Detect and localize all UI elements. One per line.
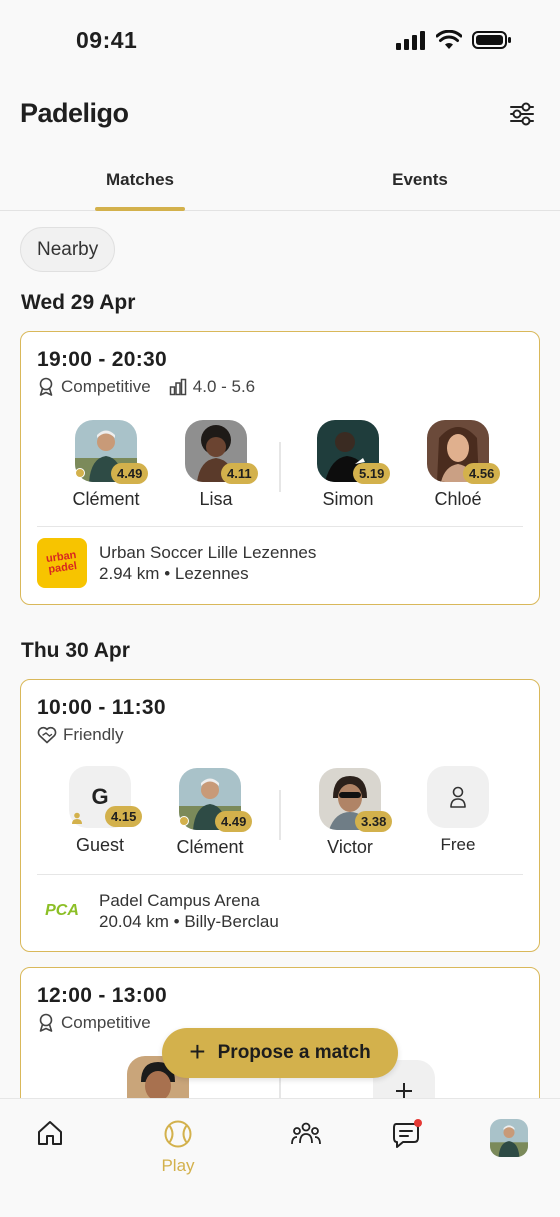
battery-icon — [472, 31, 511, 49]
player-rating: 4.15 — [105, 806, 143, 827]
player-slot[interactable]: 4.11 Lisa — [161, 420, 271, 510]
match-meta: Competitive — [37, 1013, 151, 1033]
profile-avatar — [490, 1119, 528, 1157]
team-divider — [279, 442, 281, 492]
guest-initial: G — [91, 784, 109, 809]
player-name: Chloé — [434, 489, 482, 509]
heart-handshake-icon — [37, 726, 57, 744]
avatar: 4.56 — [427, 420, 501, 484]
player-slot[interactable]: 4.56 Chloé — [403, 420, 513, 510]
player-slot[interactable]: G 4.15 Guest — [45, 766, 155, 856]
player-name: Lisa — [199, 489, 233, 509]
player-name: Free — [440, 835, 476, 854]
chat-icon — [393, 1119, 422, 1148]
match-type: Competitive — [61, 1013, 151, 1032]
nav-play[interactable]: Play — [148, 1119, 208, 1176]
player-slot[interactable]: 4.49 Clément — [155, 768, 265, 858]
propose-match-button[interactable]: + Propose a match — [162, 1028, 398, 1078]
status-time: 09:41 — [76, 27, 138, 53]
nav-messages[interactable] — [377, 1119, 437, 1154]
app-bar: Padeligo — [0, 90, 560, 140]
empty-avatar — [427, 766, 489, 828]
player-name: Clément — [72, 489, 140, 509]
venue-logo: urban padel — [37, 538, 87, 588]
player-name: Victor — [327, 837, 373, 857]
match-time: 12:00 - 13:00 — [37, 984, 167, 1007]
nav-community[interactable] — [276, 1119, 336, 1152]
venue-info[interactable]: PCA Padel Campus Arena 20.04 km • Billy-… — [37, 886, 279, 936]
player-slot[interactable]: 5.19 Simon — [293, 420, 403, 510]
active-tab-indicator — [95, 207, 185, 211]
status-dot — [179, 816, 189, 826]
avatar: 5.19 — [317, 420, 391, 484]
avatar: 4.11 — [185, 420, 258, 484]
player-rating: 4.11 — [221, 463, 258, 484]
player-name: Guest — [75, 835, 125, 855]
avatar: 4.49 — [179, 768, 253, 832]
nearby-filter-chip[interactable]: Nearby — [20, 227, 116, 272]
level-bars-icon — [169, 378, 187, 396]
date-heading: Wed 29 Apr — [21, 291, 136, 314]
match-time: 19:00 - 20:30 — [37, 348, 167, 371]
player-name: Simon — [322, 489, 374, 509]
bottom-navigation: Play — [0, 1098, 560, 1217]
match-card[interactable]: 19:00 - 20:30 Competitive 4.0 - 5.6 4.49… — [20, 331, 540, 605]
plus-icon: + — [189, 1035, 206, 1067]
status-bar: 09:41 — [0, 0, 560, 84]
nav-profile[interactable] — [479, 1119, 539, 1157]
app-logo: Padeligo — [20, 98, 129, 128]
tab-matches[interactable]: Matches — [0, 170, 280, 190]
avatar: G 4.15 — [69, 766, 143, 828]
venue-info[interactable]: urban padel Urban Soccer Lille Lezennes … — [37, 538, 316, 588]
wifi-icon — [436, 30, 462, 49]
venue-distance: 2.94 km • Lezennes — [99, 564, 249, 583]
match-type: Competitive — [61, 377, 151, 396]
venue-name: Urban Soccer Lille Lezennes — [99, 543, 317, 562]
player-rating: 3.38 — [355, 811, 393, 832]
nav-home[interactable] — [20, 1119, 80, 1152]
avatar: 3.38 — [319, 768, 393, 832]
player-rating: 4.49 — [215, 811, 253, 832]
match-time: 10:00 - 11:30 — [37, 696, 166, 719]
community-icon — [291, 1122, 321, 1145]
nav-play-label: Play — [161, 1156, 195, 1175]
player-rating: 4.49 — [111, 463, 149, 484]
propose-match-label: Propose a match — [217, 1042, 371, 1063]
avatar: 4.49 — [75, 420, 149, 484]
person-outline-icon — [450, 786, 466, 808]
match-level: 4.0 - 5.6 — [192, 377, 256, 396]
guest-person-icon — [72, 812, 82, 824]
home-icon — [38, 1121, 62, 1145]
tab-events[interactable]: Events — [280, 170, 560, 190]
match-type: Friendly — [63, 725, 124, 744]
free-slot[interactable]: Free — [403, 766, 513, 855]
venue-name: Padel Campus Arena — [99, 891, 260, 910]
match-card[interactable]: 10:00 - 11:30 Friendly G 4.15 Guest 4.49… — [20, 679, 540, 952]
card-divider — [37, 874, 523, 875]
date-heading: Thu 30 Apr — [21, 639, 130, 662]
filter-settings-icon[interactable] — [508, 100, 536, 128]
card-divider — [37, 526, 523, 527]
tennis-ball-icon — [164, 1120, 192, 1148]
status-icons — [396, 30, 512, 50]
venue-logo-text: PCA — [45, 902, 79, 919]
player-name: Clément — [176, 837, 244, 857]
award-icon — [39, 377, 53, 396]
match-meta: Competitive 4.0 - 5.6 — [37, 377, 255, 397]
venue-distance: 20.04 km • Billy-Berclau — [99, 912, 279, 931]
venue-logo: PCA — [37, 886, 87, 936]
status-dot — [75, 468, 85, 478]
player-rating: 5.19 — [353, 463, 391, 484]
tab-bar: Matches Events — [0, 150, 560, 211]
venue-logo-text: urban padel — [45, 548, 78, 576]
signal-icon — [396, 31, 425, 50]
player-slot[interactable]: 4.49 Clément — [51, 420, 161, 510]
match-meta: Friendly — [37, 725, 123, 745]
player-rating: 4.56 — [463, 463, 501, 484]
player-slot[interactable]: 3.38 Victor — [295, 768, 405, 858]
award-icon — [39, 1013, 53, 1032]
team-divider — [279, 790, 281, 840]
